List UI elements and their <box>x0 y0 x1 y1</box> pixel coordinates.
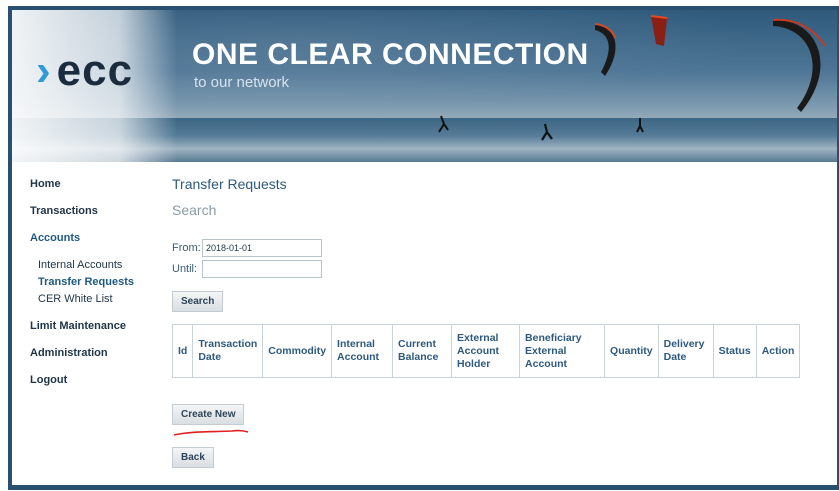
create-new-button[interactable]: Create New <box>172 404 245 425</box>
column-header[interactable]: Beneficiary External Account <box>519 324 606 378</box>
sidebar-item-home[interactable]: Home <box>30 177 170 204</box>
from-date-input[interactable] <box>202 238 322 257</box>
from-label: From: <box>172 241 201 254</box>
column-header[interactable]: Id <box>171 324 194 378</box>
ecc-logo[interactable]: › ecc <box>36 46 133 96</box>
sidebar-item-transactions[interactable]: Transactions <box>30 204 170 231</box>
kiter-icon <box>438 115 449 133</box>
kite-icon <box>594 23 616 76</box>
section-title: Search <box>172 202 217 218</box>
logo-text: ecc <box>56 46 134 95</box>
from-row: From: <box>172 237 832 258</box>
kite-icon <box>772 18 826 113</box>
banner-subtagline: to our network <box>194 74 290 91</box>
kiter-icon <box>541 123 553 141</box>
sidebar-item-transfer-requests[interactable]: Transfer Requests <box>30 275 170 292</box>
kiter-icon <box>636 118 644 133</box>
column-header[interactable]: Quantity <box>604 324 659 378</box>
column-header[interactable]: Current Balance <box>392 324 453 378</box>
table-header-row: Id Transaction Date Commodity Internal A… <box>171 324 801 378</box>
sidebar-item-limit-maintenance[interactable]: Limit Maintenance <box>30 319 170 346</box>
until-label: Until: <box>172 262 198 275</box>
banner-tagline: ONE CLEAR CONNECTION <box>192 38 589 71</box>
column-header[interactable]: Commodity <box>262 324 333 378</box>
column-header[interactable]: Action <box>755 324 801 378</box>
column-header[interactable]: Delivery Date <box>657 324 714 378</box>
page-title: Transfer Requests <box>172 176 287 192</box>
column-header[interactable]: Transaction Date <box>192 324 264 378</box>
column-header[interactable]: External Account Holder <box>451 324 521 378</box>
kite-icon <box>650 15 668 46</box>
transfer-requests-table: Id Transaction Date Commodity Internal A… <box>171 324 801 378</box>
content-panel: Transfer Requests Search From: Until: Se… <box>171 176 832 468</box>
column-header[interactable]: Status <box>712 324 757 378</box>
back-button[interactable]: Back <box>172 447 214 468</box>
column-header[interactable]: Internal Account <box>331 324 394 378</box>
until-row: Until: <box>172 258 832 279</box>
logo-chevron-icon: › <box>36 46 51 95</box>
sidebar-item-logout[interactable]: Logout <box>30 373 170 400</box>
header-banner: › ecc ONE CLEAR CONNECTION to our networ… <box>12 10 837 162</box>
search-button[interactable]: Search <box>172 291 224 312</box>
until-date-input[interactable] <box>202 259 322 278</box>
main-area: Home Transactions Accounts Internal Acco… <box>12 162 837 485</box>
sidebar-item-internal-accounts[interactable]: Internal Accounts <box>30 258 170 275</box>
sidebar-nav: Home Transactions Accounts Internal Acco… <box>30 177 170 400</box>
sidebar-item-accounts[interactable]: Accounts <box>30 231 170 258</box>
sidebar-item-cer-white-list[interactable]: CER White List <box>30 292 170 319</box>
red-underline-annotation <box>173 429 249 436</box>
sidebar-item-administration[interactable]: Administration <box>30 346 170 373</box>
